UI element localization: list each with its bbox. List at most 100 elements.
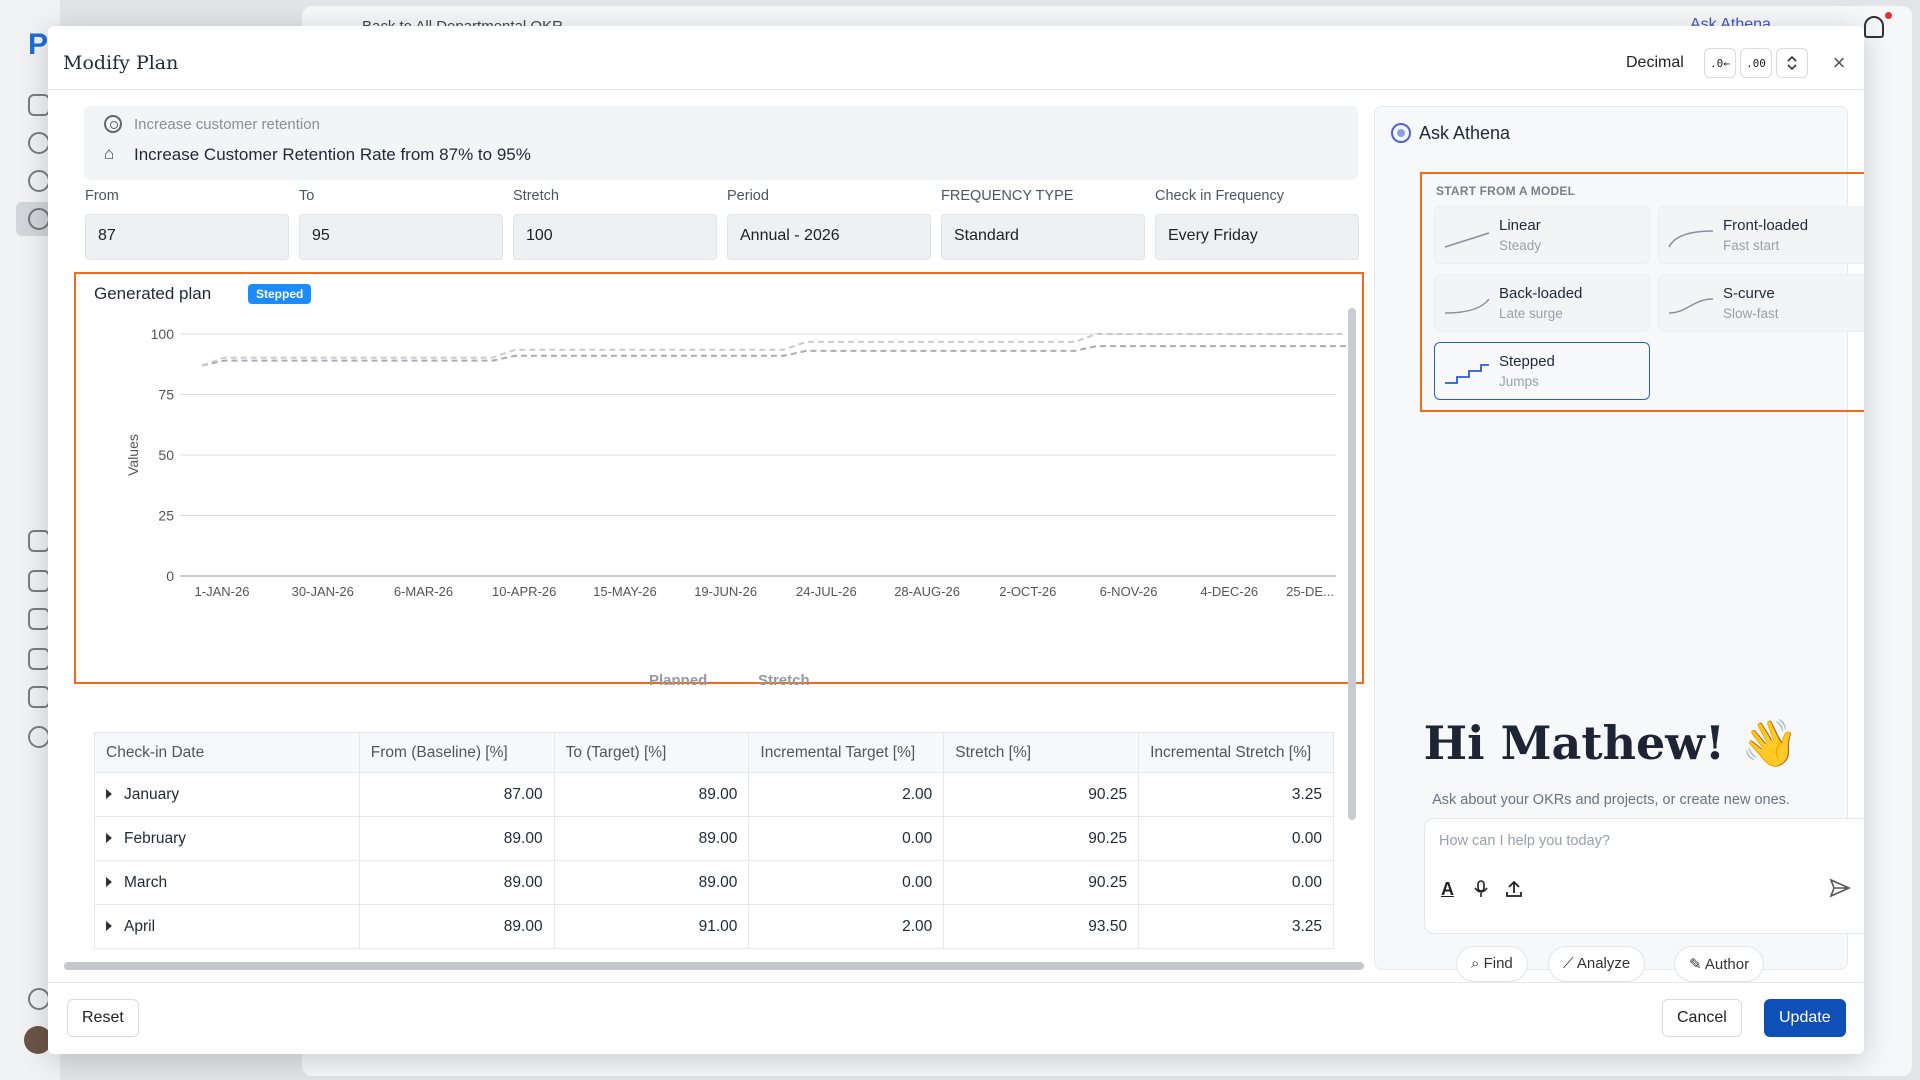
expand-caret-icon[interactable] — [106, 921, 112, 932]
cell: 87.00 — [358, 772, 555, 817]
key-result-title: Increase Customer Retention Rate from 87… — [134, 145, 531, 164]
x-tick-label: 6-NOV-26 — [1100, 584, 1158, 599]
col-checkin-date[interactable]: Check-in Date — [94, 732, 360, 773]
bell-icon[interactable] — [1864, 16, 1884, 38]
analyze-chip[interactable]: ⟋ Analyze — [1548, 946, 1646, 982]
model-s-curve[interactable]: S-curve Slow-fast — [1658, 274, 1864, 332]
frequency-type-label: FREQUENCY TYPE — [941, 188, 1074, 204]
chat-input[interactable]: How can I help you today? — [1439, 833, 1610, 849]
model-picker-heading: START FROM A MODEL — [1436, 184, 1576, 198]
from-field[interactable]: 87 — [85, 214, 289, 260]
y-tick-label: 75 — [158, 387, 174, 403]
author-chip[interactable]: ✎ Author — [1674, 946, 1765, 982]
to-label: To — [299, 188, 315, 204]
legend-stretch[interactable]: Stretch — [758, 672, 810, 689]
table-row[interactable]: January 87.00 89.00 2.00 90.25 3.25 — [94, 772, 1334, 817]
col-stretch[interactable]: Stretch [%] — [943, 732, 1140, 773]
model-badge: Stepped — [248, 284, 312, 304]
expand-caret-icon[interactable] — [106, 877, 112, 888]
notification-dot — [1885, 12, 1892, 19]
back-loaded-curve-icon — [1444, 298, 1490, 314]
model-back-loaded[interactable]: Back-loaded Late surge — [1434, 274, 1650, 332]
legend-planned[interactable]: Planned — [649, 672, 707, 689]
clipboard-icon[interactable] — [28, 530, 50, 552]
checkin-table: Check-in Date From (Baseline) [%] To (Ta… — [94, 732, 1334, 949]
horizontal-scrollbar[interactable] — [64, 962, 1364, 970]
x-tick-label: 1-JAN-26 — [195, 584, 250, 599]
history-icon[interactable] — [28, 726, 50, 748]
increase-decimal-button[interactable]: .00 — [1740, 48, 1772, 78]
send-icon[interactable] — [1829, 877, 1851, 899]
greeting: Hi Mathew! 👋 — [1423, 716, 1799, 770]
month-cell[interactable]: February — [94, 816, 360, 861]
home-icon[interactable] — [28, 94, 50, 116]
decimal-label: Decimal — [1626, 54, 1684, 71]
upload-icon[interactable] — [1505, 879, 1523, 904]
update-button[interactable]: Update — [1764, 999, 1846, 1037]
model-name: Linear — [1499, 217, 1541, 234]
vertical-scrollbar-thumb[interactable] — [1348, 308, 1356, 820]
stretch-field[interactable]: 100 — [513, 214, 717, 260]
cell: 89.00 — [358, 904, 555, 949]
model-subtitle: Jumps — [1499, 374, 1539, 389]
calendar-icon[interactable] — [28, 608, 50, 630]
table-row[interactable]: April 89.00 91.00 2.00 93.50 3.25 — [94, 904, 1334, 949]
analyze-label: Analyze — [1576, 955, 1631, 972]
gauge-icon[interactable] — [28, 170, 50, 192]
modal-footer: Reset Cancel Update — [48, 982, 1864, 1054]
close-button[interactable]: × — [1826, 50, 1852, 76]
model-picker: START FROM A MODEL Linear Steady Front-l… — [1420, 172, 1864, 412]
checkin-frequency-field[interactable]: Every Friday — [1155, 214, 1359, 260]
gear-icon[interactable] — [28, 988, 50, 1010]
expand-caret-icon[interactable] — [106, 833, 112, 844]
model-stepped[interactable]: Stepped Jumps — [1434, 342, 1650, 400]
col-from[interactable]: From (Baseline) [%] — [358, 732, 555, 773]
x-tick-label: 25-DE... — [1286, 584, 1334, 599]
find-chip[interactable]: ⌕ Find — [1456, 946, 1528, 982]
sort-toggle-button[interactable] — [1776, 48, 1808, 78]
month-label: April — [124, 917, 156, 935]
target-icon[interactable] — [28, 208, 50, 230]
microphone-icon[interactable] — [1473, 879, 1489, 904]
plan-chart: 0 25 50 75 100 Values 1-JAN-26 30-JAN-26 6-MAR-2… — [125, 326, 1347, 599]
greeting-subtitle: Ask about your OKRs and projects, or cre… — [1432, 792, 1790, 808]
x-tick-label: 19-JUN-26 — [694, 584, 757, 599]
briefcase-icon[interactable] — [28, 570, 50, 592]
decrease-decimal-button[interactable]: .0← — [1704, 48, 1736, 78]
reset-button[interactable]: Reset — [67, 999, 139, 1037]
col-to[interactable]: To (Target) [%] — [553, 732, 750, 773]
model-front-loaded[interactable]: Front-loaded Fast start — [1658, 206, 1864, 264]
y-tick-label: 0 — [166, 568, 174, 584]
month-cell[interactable]: March — [94, 860, 360, 905]
chart-icon[interactable] — [28, 648, 50, 670]
cell: 0.00 — [1138, 860, 1334, 905]
cell: 0.00 — [748, 816, 945, 861]
athena-icon — [1391, 123, 1411, 143]
y-tick-label: 50 — [158, 447, 174, 463]
model-subtitle: Fast start — [1723, 238, 1780, 253]
table-row[interactable]: March 89.00 89.00 0.00 90.25 0.00 — [94, 860, 1334, 905]
period-field[interactable]: Annual - 2026 — [727, 214, 931, 260]
table-row[interactable]: February 89.00 89.00 0.00 90.25 0.00 — [94, 816, 1334, 861]
checkin-frequency-label: Check in Frequency — [1155, 188, 1284, 204]
generated-plan-card: Generated plan Stepped 0 25 50 75 100 Values 1… — [74, 272, 1364, 684]
cancel-button[interactable]: Cancel — [1662, 999, 1742, 1037]
cell: 90.25 — [943, 860, 1140, 905]
cell: 2.00 — [748, 904, 945, 949]
cell: 2.00 — [748, 772, 945, 817]
y-tick-label: 100 — [151, 326, 175, 342]
frequency-type-field[interactable]: Standard — [941, 214, 1145, 260]
col-incremental-target[interactable]: Incremental Target [%] — [748, 732, 945, 773]
month-cell[interactable]: April — [94, 904, 360, 949]
expand-caret-icon[interactable] — [106, 789, 112, 800]
cell: 3.25 — [1138, 772, 1334, 817]
month-label: March — [124, 873, 168, 891]
cell: 3.25 — [1138, 904, 1334, 949]
model-linear[interactable]: Linear Steady — [1434, 206, 1650, 264]
list-icon[interactable] — [28, 686, 50, 708]
text-format-icon[interactable]: A — [1441, 879, 1454, 900]
lightbulb-icon[interactable] — [28, 132, 50, 154]
col-incremental-stretch[interactable]: Incremental Stretch [%] — [1138, 732, 1334, 773]
month-cell[interactable]: January — [94, 772, 360, 817]
to-field[interactable]: 95 — [299, 214, 503, 260]
